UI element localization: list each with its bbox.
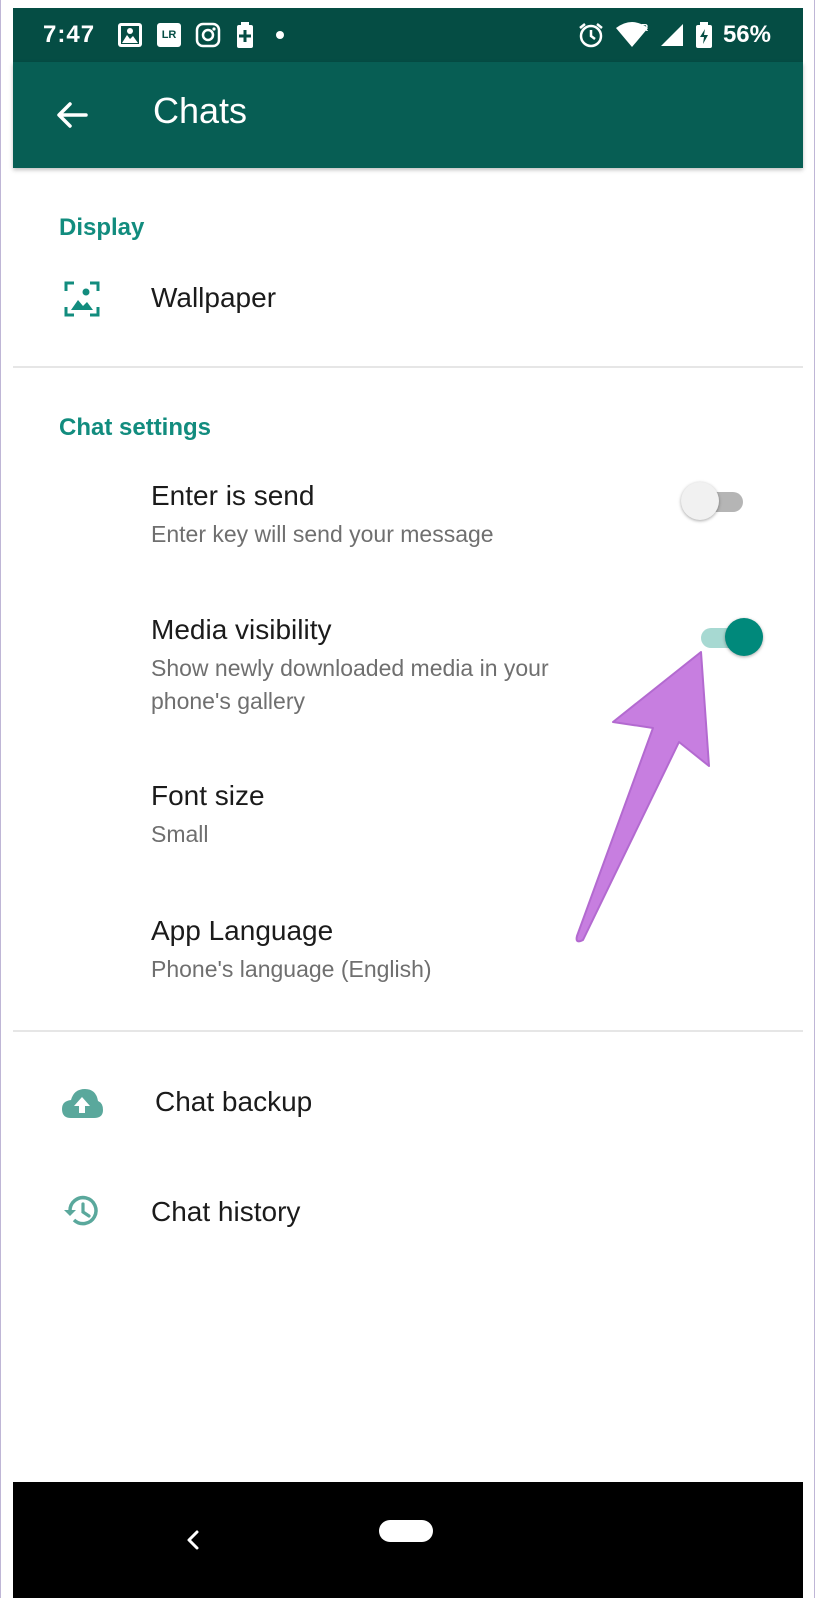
app-language-title: App Language — [151, 915, 334, 946]
setting-chat-backup[interactable]: Chat backup — [13, 1066, 803, 1146]
annotation-arrow-icon — [575, 651, 710, 943]
wallpaper-icon — [59, 276, 105, 322]
setting-wallpaper[interactable]: Wallpaper — [13, 262, 803, 342]
section-header-display: Display — [59, 214, 145, 241]
lightroom-icon: LR — [157, 23, 182, 47]
toggle-thumb — [681, 482, 719, 520]
battery-percent: 56% — [722, 21, 771, 48]
chat-history-title: Chat history — [151, 1196, 301, 1227]
history-icon — [59, 1188, 105, 1234]
gallery-icon — [117, 22, 143, 48]
svg-text:R: R — [641, 23, 649, 34]
signal-icon — [659, 22, 685, 48]
chat-backup-title: Chat backup — [155, 1086, 313, 1117]
navigation-bar — [13, 1482, 803, 1598]
app-bar: Chats — [13, 62, 803, 168]
cloud-upload-icon — [59, 1080, 105, 1126]
media-visibility-subtitle: Show newly downloaded media in your phon… — [151, 655, 549, 714]
nav-back-button[interactable] — [173, 1518, 213, 1562]
nav-back-icon — [187, 1530, 199, 1550]
screen: 7:47 LR R 56% Chats Display Wallpaper Ch… — [0, 0, 815, 1598]
status-right-group: R 56% — [577, 8, 771, 62]
battery-icon — [695, 21, 713, 49]
divider — [13, 1030, 803, 1032]
status-bar: 7:47 LR R 56% — [13, 8, 803, 62]
lightroom-text: LR — [157, 23, 182, 47]
enter-is-send-title: Enter is send — [151, 480, 315, 511]
enter-is-send-subtitle: Enter key will send your message — [151, 521, 494, 547]
arrow-back-icon — [57, 102, 88, 128]
setting-chat-history[interactable]: Chat history — [13, 1176, 803, 1256]
wifi-icon: R — [615, 21, 649, 49]
wallpaper-title: Wallpaper — [151, 282, 277, 313]
battery-saver-icon — [235, 21, 255, 49]
nav-home-pill[interactable] — [379, 1520, 433, 1542]
status-time: 7:47 — [43, 21, 96, 48]
font-size-title: Font size — [151, 780, 265, 811]
divider — [13, 366, 803, 368]
media-visibility-title: Media visibility — [151, 614, 332, 645]
dot-icon — [275, 30, 285, 40]
setting-enter-is-send[interactable]: Enter is send Enter key will send your m… — [13, 470, 803, 570]
section-header-chat-settings: Chat settings — [59, 414, 212, 441]
alarm-icon — [577, 21, 605, 49]
page-title: Chats — [153, 90, 248, 131]
back-button[interactable] — [49, 92, 95, 138]
enter-is-send-toggle[interactable] — [681, 480, 751, 520]
instagram-icon — [195, 22, 221, 48]
